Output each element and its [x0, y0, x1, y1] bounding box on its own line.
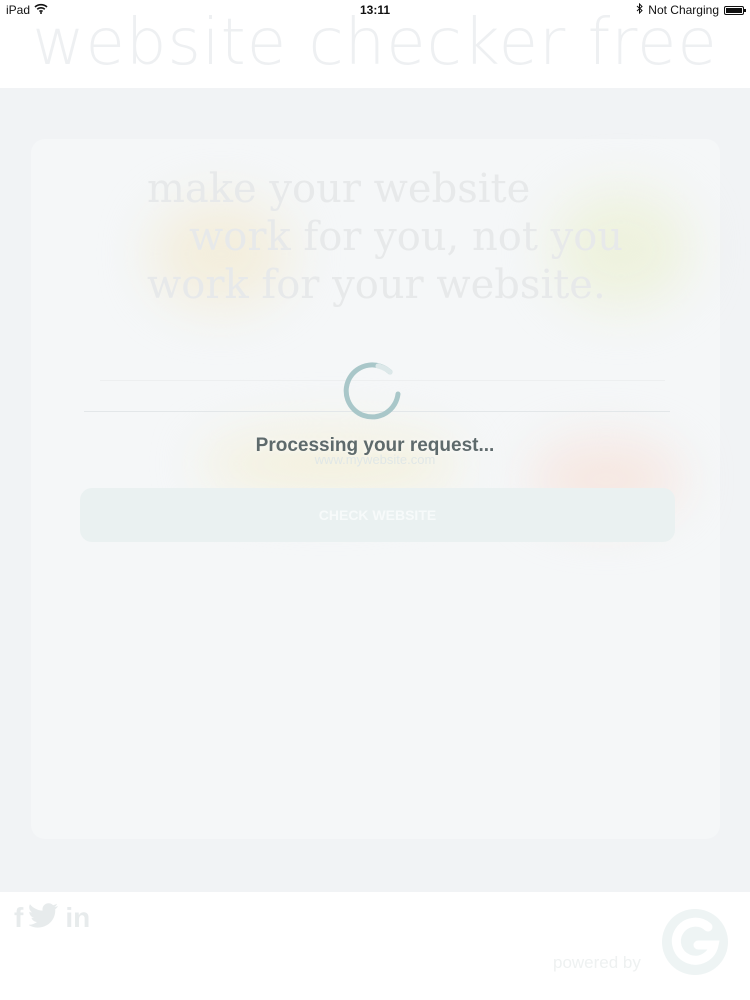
status-right: Not Charging: [636, 2, 746, 17]
processing-message: Processing your request...: [255, 435, 495, 456]
status-bar: iPad 13:11 Not Charging: [0, 0, 750, 20]
battery-icon: [724, 5, 746, 15]
battery-status-label: Not Charging: [648, 3, 719, 17]
loading-spinner-icon: [340, 358, 404, 422]
bluetooth-icon: [636, 2, 644, 17]
processing-overlay: [0, 0, 750, 1000]
app-page: website checker free iPad 13:11 Not Char: [0, 0, 750, 1000]
